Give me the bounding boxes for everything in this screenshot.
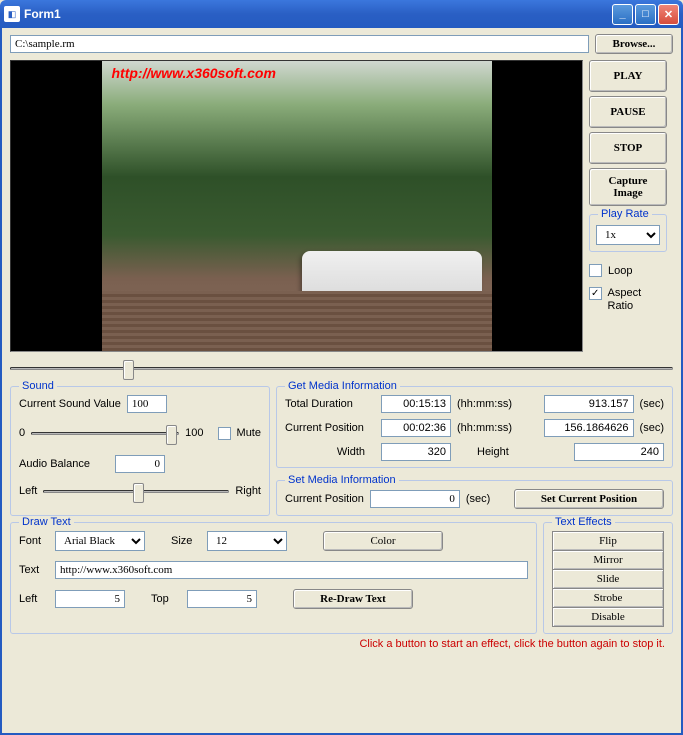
redraw-button[interactable]: Re-Draw Text bbox=[293, 589, 413, 609]
strobe-button[interactable]: Strobe bbox=[552, 588, 664, 608]
video-preview: http://www.x360soft.com bbox=[10, 60, 583, 352]
flip-button[interactable]: Flip bbox=[552, 531, 664, 551]
stop-button[interactable]: STOP bbox=[589, 132, 667, 164]
status-message: Click a button to start an effect, click… bbox=[10, 638, 673, 650]
size-select[interactable]: 12 bbox=[207, 531, 287, 551]
width-val: 320 bbox=[381, 443, 451, 461]
balance-left-label: Left bbox=[19, 485, 37, 497]
duration-hms: 00:15:13 bbox=[381, 395, 451, 413]
aspect-ratio-checkbox[interactable]: ✓ bbox=[589, 287, 602, 300]
sound-max: 100 bbox=[185, 427, 203, 439]
getmedia-legend: Get Media Information bbox=[285, 380, 400, 392]
effects-legend: Text Effects bbox=[552, 516, 615, 528]
playrate-select[interactable]: 1x bbox=[596, 225, 660, 245]
file-path-input[interactable] bbox=[10, 35, 589, 53]
pos-hms: 00:02:36 bbox=[381, 419, 451, 437]
text-label: Text bbox=[19, 564, 49, 576]
play-button[interactable]: PLAY bbox=[589, 60, 667, 92]
height-label: Height bbox=[477, 446, 509, 458]
close-button[interactable]: ✕ bbox=[658, 4, 679, 25]
title-bar: ◧ Form1 _ □ ✕ bbox=[0, 0, 683, 28]
width-label: Width bbox=[285, 446, 375, 458]
video-overlay-text: http://www.x360soft.com bbox=[112, 65, 276, 81]
left-label: Left bbox=[19, 593, 49, 605]
sound-legend: Sound bbox=[19, 380, 57, 392]
left-input[interactable] bbox=[55, 590, 125, 608]
color-button[interactable]: Color bbox=[323, 531, 443, 551]
drawtext-legend: Draw Text bbox=[19, 516, 74, 528]
volume-slider[interactable] bbox=[31, 421, 179, 445]
font-select[interactable]: Arial Black bbox=[55, 531, 145, 551]
top-input[interactable] bbox=[187, 590, 257, 608]
height-val: 240 bbox=[574, 443, 664, 461]
aspect-ratio-label: Aspect Ratio bbox=[608, 287, 668, 313]
set-position-button[interactable]: Set Current Position bbox=[514, 489, 664, 509]
text-input[interactable] bbox=[55, 561, 528, 579]
balance-right-label: Right bbox=[235, 485, 261, 497]
duration-sec: 913.157 bbox=[544, 395, 634, 413]
sec-suffix-2: (sec) bbox=[640, 422, 664, 434]
mute-label: Mute bbox=[237, 427, 261, 439]
browse-button[interactable]: Browse... bbox=[595, 34, 673, 54]
seek-slider[interactable] bbox=[10, 356, 673, 380]
mirror-button[interactable]: Mirror bbox=[552, 550, 664, 570]
minimize-button[interactable]: _ bbox=[612, 4, 633, 25]
loop-checkbox[interactable] bbox=[589, 264, 602, 277]
setpos-label: Current Position bbox=[285, 493, 364, 505]
setmedia-legend: Set Media Information bbox=[285, 474, 399, 486]
capture-image-button[interactable]: Capture Image bbox=[589, 168, 667, 206]
hms-suffix-1: (hh:mm:ss) bbox=[457, 398, 512, 410]
pause-button[interactable]: PAUSE bbox=[589, 96, 667, 128]
size-label: Size bbox=[171, 535, 201, 547]
pos-label: Current Position bbox=[285, 422, 375, 434]
balance-label: Audio Balance bbox=[19, 458, 109, 470]
top-label: Top bbox=[151, 593, 181, 605]
maximize-button[interactable]: □ bbox=[635, 4, 656, 25]
app-icon: ◧ bbox=[4, 6, 20, 22]
font-label: Font bbox=[19, 535, 49, 547]
sec-suffix-1: (sec) bbox=[640, 398, 664, 410]
hms-suffix-2: (hh:mm:ss) bbox=[457, 422, 512, 434]
duration-label: Total Duration bbox=[285, 398, 375, 410]
setpos-input[interactable] bbox=[370, 490, 460, 508]
pos-sec: 156.1864626 bbox=[544, 419, 634, 437]
sound-min: 0 bbox=[19, 427, 25, 439]
window-title: Form1 bbox=[24, 7, 612, 21]
loop-label: Loop bbox=[608, 265, 632, 277]
balance-slider[interactable] bbox=[43, 479, 229, 503]
sound-current-value[interactable] bbox=[127, 395, 167, 413]
slide-button[interactable]: Slide bbox=[552, 569, 664, 589]
sound-current-label: Current Sound Value bbox=[19, 398, 121, 410]
setpos-sec-suffix: (sec) bbox=[466, 493, 490, 505]
mute-checkbox[interactable] bbox=[218, 427, 231, 440]
balance-value[interactable] bbox=[115, 455, 165, 473]
disable-button[interactable]: Disable bbox=[552, 607, 664, 627]
playrate-legend: Play Rate bbox=[598, 208, 652, 220]
